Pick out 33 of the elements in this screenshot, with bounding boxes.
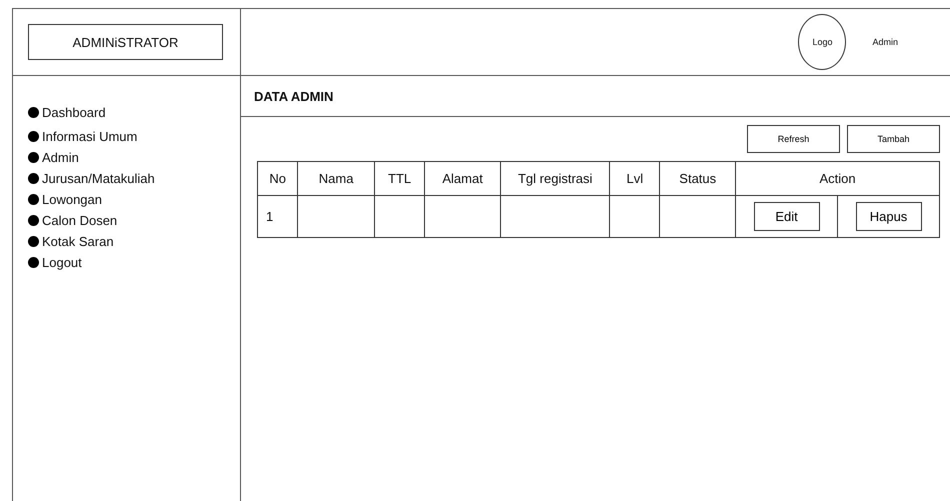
logo-circle: Logo [798,14,846,70]
bullet-icon [28,236,39,247]
bullet-icon [28,152,39,163]
column-header: Lvl [610,162,660,196]
brand-box: ADMINiSTRATOR [28,24,223,60]
menu-item[interactable]: Jurusan/Matakuliah [42,171,155,186]
column-header: Tgl registrasi [500,162,610,196]
column-header: TTL [374,162,425,196]
column-header: Status [660,162,736,196]
menu-item[interactable]: Logout [42,255,82,270]
column-header: Action [736,162,940,196]
menu-item[interactable]: Lowongan [42,192,102,207]
menu-item[interactable]: Kotak Saran [42,234,114,249]
bullet-icon [28,131,39,142]
user-name: Admin [872,37,898,47]
menu-item[interactable]: Calon Dosen [42,213,118,228]
action-button[interactable]: Hapus [856,202,922,231]
column-header: Alamat [424,162,501,196]
bullet-icon [28,257,39,268]
column-header: Nama [298,162,374,196]
toolbar-button[interactable]: Refresh [747,125,840,153]
action-button[interactable]: Edit [754,202,820,231]
toolbar-button[interactable]: Tambah [847,125,940,153]
page-title: DATA ADMIN [254,88,334,104]
menu-item[interactable]: Dashboard [42,104,106,120]
column-header: No [258,162,298,196]
bullet-icon [28,215,39,226]
menu-item[interactable]: Informasi Umum [42,129,138,144]
menu-item[interactable]: Admin [42,150,79,165]
bullet-icon [28,106,39,118]
bullet-icon [28,194,39,205]
table-cell: 1 [258,196,298,238]
bullet-icon [28,173,39,184]
